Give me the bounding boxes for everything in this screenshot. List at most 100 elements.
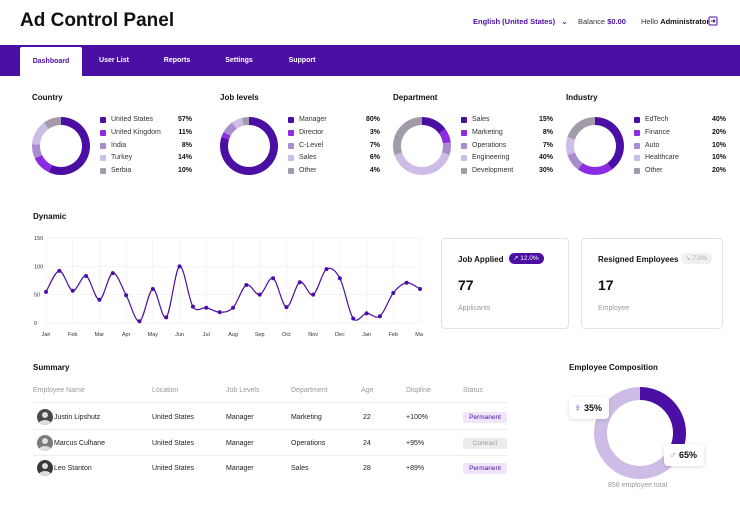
employee-name: Marcus Culhane (54, 439, 105, 447)
data-point[interactable] (190, 304, 195, 309)
data-point[interactable] (311, 292, 316, 297)
data-point[interactable] (70, 288, 75, 293)
tab-support[interactable]: Support (279, 45, 325, 76)
avatar[interactable] (37, 434, 53, 451)
data-point[interactable] (217, 310, 222, 315)
department-title: Department (393, 93, 438, 102)
avatar[interactable] (37, 409, 53, 425)
data-point[interactable] (351, 316, 356, 321)
age: 22 (363, 414, 371, 421)
employee-total: 856 employee total (608, 482, 668, 489)
person-icon (39, 412, 51, 425)
department-slice (393, 117, 422, 155)
data-point[interactable] (244, 283, 249, 288)
data-point[interactable] (137, 319, 142, 324)
legend-item: Healthcare 10% (634, 153, 726, 163)
dynamic-line-chart: Jan Feb Mar Apr May Jun Jul Aug Sep Oct Nov Dec Jan F… (34, 236, 423, 338)
data-point[interactable] (271, 276, 276, 281)
data-point[interactable] (377, 314, 382, 319)
data-point[interactable] (337, 276, 342, 281)
col-discipline[interactable]: Displine (406, 387, 431, 394)
data-point[interactable] (297, 280, 302, 285)
col-status[interactable]: Status (463, 387, 483, 394)
status-badge: Permanent (463, 412, 507, 423)
data-point[interactable] (97, 297, 102, 302)
data-point[interactable] (204, 305, 209, 310)
col-age[interactable]: Age (361, 387, 373, 394)
data-point[interactable] (364, 311, 369, 316)
job-applied-sub: Applicants (458, 305, 491, 312)
job-applied-badge: ↗ 12.0% (509, 253, 544, 264)
x-tick-label: May (148, 332, 159, 338)
data-point[interactable] (404, 280, 409, 285)
data-point[interactable] (164, 315, 169, 320)
language-select[interactable]: English (United States) ⌄ (473, 17, 568, 26)
data-point[interactable] (124, 293, 129, 298)
data-point[interactable] (177, 264, 182, 269)
legend-label: Marketing (472, 128, 503, 136)
legend-swatch (634, 117, 640, 123)
age: 24 (363, 439, 371, 447)
data-point[interactable] (57, 268, 62, 273)
country-donut-chart (32, 117, 90, 175)
data-point[interactable] (284, 305, 289, 310)
x-tick-label: Jul (203, 332, 210, 338)
legend-label: Director (299, 128, 324, 136)
col-employee-name[interactable]: Employee Name (33, 387, 85, 394)
tab-reports[interactable]: Reports (154, 45, 200, 76)
data-point[interactable] (324, 267, 329, 272)
legend-swatch (288, 155, 294, 162)
legend-value: 15% (538, 116, 553, 123)
legend-value: 4% (369, 167, 380, 175)
resigned-badge: ↘ 7.0% (681, 253, 713, 264)
department: Sales (291, 465, 309, 472)
tab-settings[interactable]: Settings (216, 45, 262, 76)
legend-swatch (100, 142, 106, 149)
user-name: Administrator (660, 17, 710, 26)
col-job-levels[interactable]: Job Levels (226, 387, 259, 394)
col-location[interactable]: Location (152, 387, 178, 394)
person-icon (39, 463, 51, 476)
department-slice (394, 152, 450, 175)
status-badge: Contract (463, 437, 507, 449)
data-point[interactable] (418, 287, 422, 291)
x-tick-label: Jan (362, 332, 371, 338)
tab-dashboard[interactable]: Dashboard (20, 47, 82, 76)
col-department[interactable]: Department (291, 387, 328, 394)
age: 28 (363, 465, 371, 472)
resigned-card: Resigned Employees ↘ 7.0% 17 Employee (581, 238, 723, 329)
country-title: Country (32, 93, 63, 102)
data-point[interactable] (257, 292, 262, 297)
legend-swatch (634, 129, 640, 136)
data-point[interactable] (84, 273, 89, 278)
data-point[interactable] (391, 290, 396, 295)
x-tick-label: Mar (95, 332, 105, 338)
data-point[interactable] (44, 289, 48, 294)
x-tick-label: Jun (175, 332, 184, 338)
legend-value: 10% (711, 154, 726, 162)
legend-swatch (634, 142, 640, 149)
legend-swatch (288, 129, 294, 136)
legend-label: Sales (472, 116, 490, 123)
legend-value: 8% (542, 128, 553, 136)
x-tick-label: Feb (68, 332, 77, 338)
tab-user-list[interactable]: User List (90, 45, 138, 76)
female-icon: ♀ (574, 403, 582, 414)
data-point[interactable] (231, 305, 235, 310)
data-point[interactable] (150, 287, 155, 291)
x-tick-label: Jan (42, 332, 51, 338)
legend-label: Engineering (472, 154, 510, 162)
legend-label: Development (472, 167, 514, 175)
employee-name: Leo Stanton (54, 465, 92, 472)
logout-icon[interactable] (708, 16, 718, 26)
job-levels-donut-chart (220, 117, 278, 175)
summary-title: Summary (33, 363, 70, 372)
legend-label: Other (645, 167, 663, 175)
y-tick-label: 150 (34, 236, 43, 242)
row-divider (33, 454, 508, 456)
legend-swatch (100, 155, 106, 162)
avatar[interactable] (37, 460, 53, 476)
trend-down-icon: ↘ (685, 255, 691, 262)
x-tick-label: Oct (282, 332, 291, 338)
data-point[interactable] (110, 271, 115, 276)
